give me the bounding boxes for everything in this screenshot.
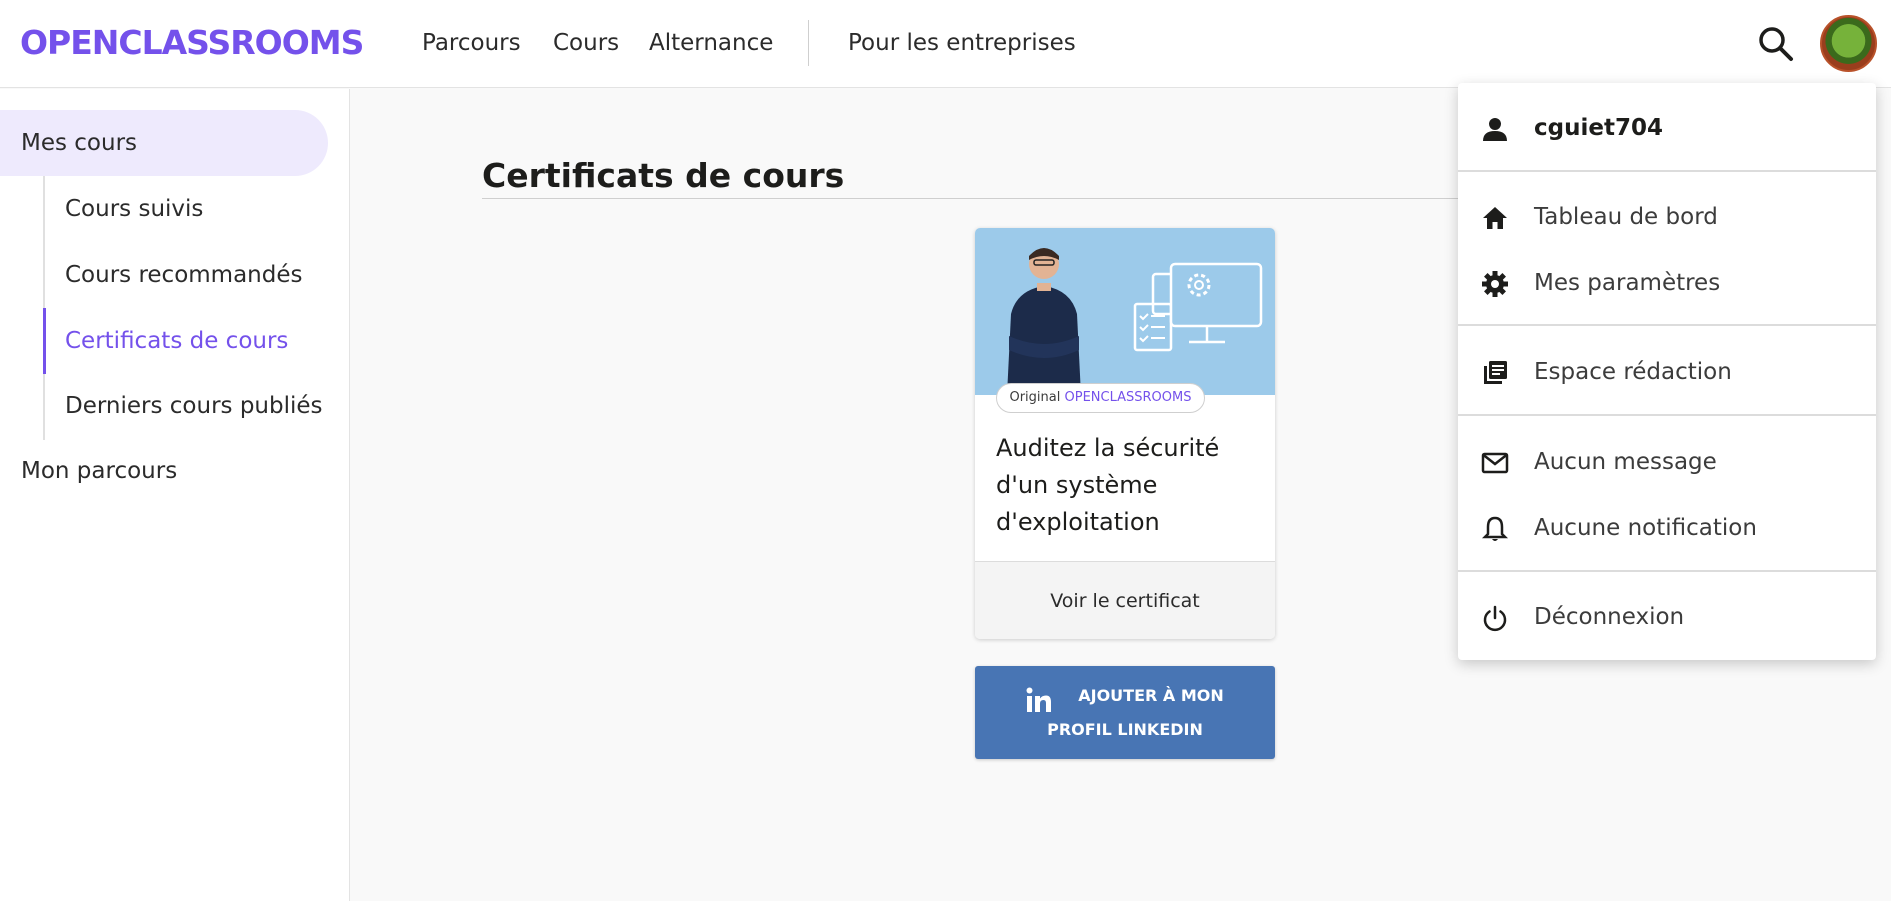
mail-icon	[1481, 452, 1509, 474]
title-divider	[482, 198, 1462, 199]
search-button[interactable]	[1756, 24, 1796, 64]
menu-label-notifications: Aucune notification	[1534, 515, 1757, 541]
nav-link-alternance[interactable]: Alternance	[649, 28, 773, 58]
sidebar-item-cours-recommandes[interactable]: Cours recommandés	[65, 260, 303, 290]
menu-item-messages[interactable]: Aucun message	[1458, 432, 1876, 492]
search-icon	[1759, 27, 1793, 61]
badge-brand: OPENCLASSROOMS	[1064, 390, 1192, 405]
power-icon	[1483, 605, 1507, 632]
user-avatar-button[interactable]	[1820, 15, 1877, 72]
menu-item-tableau-de-bord[interactable]: Tableau de bord	[1458, 187, 1876, 247]
menu-label-tableau-de-bord: Tableau de bord	[1534, 204, 1718, 230]
certificate-card: Original OPENCLASSROOMS Auditez la sécur…	[975, 228, 1275, 639]
menu-item-espace-redaction[interactable]: Espace rédaction	[1458, 342, 1876, 402]
course-illustration-graphic	[1007, 248, 1263, 395]
course-title[interactable]: Auditez la sécurité d'un système d'explo…	[996, 430, 1256, 541]
sidebar-item-mon-parcours[interactable]: Mon parcours	[21, 456, 177, 486]
menu-label-messages: Aucun message	[1534, 449, 1717, 475]
course-illustration	[975, 228, 1275, 395]
badge-prefix: Original	[1009, 390, 1061, 405]
user-dropdown-menu: cguiet704 Tableau de bord Mes paramètres	[1458, 83, 1876, 660]
menu-label-espace-redaction: Espace rédaction	[1534, 359, 1732, 385]
menu-divider	[1458, 170, 1876, 172]
menu-item-parametres[interactable]: Mes paramètres	[1458, 253, 1876, 313]
sidebar-item-certificats[interactable]: Certificats de cours	[65, 326, 288, 356]
menu-item-username[interactable]: cguiet704	[1458, 98, 1876, 158]
person-icon	[1483, 118, 1507, 141]
menu-divider	[1458, 324, 1876, 326]
gear-icon	[1482, 271, 1508, 297]
top-navigation-bar: OPENCLASSROOMS Parcours Cours Alternance…	[0, 0, 1891, 88]
menu-label-deconnexion: Déconnexion	[1534, 604, 1685, 630]
sidebar-item-derniers-cours[interactable]: Derniers cours publiés	[65, 391, 323, 421]
add-to-linkedin-button[interactable]: AJOUTER À MON PROFIL LINKEDIN	[975, 666, 1275, 759]
sidebar: Mes cours Cours suivis Cours recommandés…	[0, 89, 350, 901]
nav-link-parcours[interactable]: Parcours	[422, 28, 521, 58]
library-books-icon	[1484, 361, 1507, 384]
nav-link-entreprises[interactable]: Pour les entreprises	[848, 28, 1076, 58]
menu-item-notifications[interactable]: Aucune notification	[1458, 498, 1876, 558]
openclassrooms-logo[interactable]: OPENCLASSROOMS	[20, 22, 364, 64]
menu-divider	[1458, 570, 1876, 572]
sidebar-item-mes-cours-label: Mes cours	[21, 130, 138, 156]
linkedin-icon	[1026, 687, 1051, 712]
original-badge: Original OPENCLASSROOMS	[996, 383, 1205, 413]
menu-divider	[1458, 414, 1876, 416]
menu-label-parametres: Mes paramètres	[1534, 270, 1721, 296]
menu-item-deconnexion[interactable]: Déconnexion	[1458, 587, 1876, 647]
home-icon	[1483, 207, 1507, 229]
linkedin-label-line1: AJOUTER À MON	[1078, 686, 1224, 705]
view-certificate-button[interactable]: Voir le certificat	[975, 561, 1275, 639]
sidebar-item-cours-suivis[interactable]: Cours suivis	[65, 194, 203, 224]
linkedin-label-line2: PROFIL LINKEDIN	[1047, 720, 1203, 739]
nav-divider	[808, 20, 809, 66]
username-label: cguiet704	[1534, 115, 1663, 141]
page-title: Certificats de cours	[482, 156, 845, 195]
bell-icon	[1481, 516, 1509, 541]
sidebar-active-indicator	[43, 308, 46, 374]
nav-link-cours[interactable]: Cours	[553, 28, 619, 58]
